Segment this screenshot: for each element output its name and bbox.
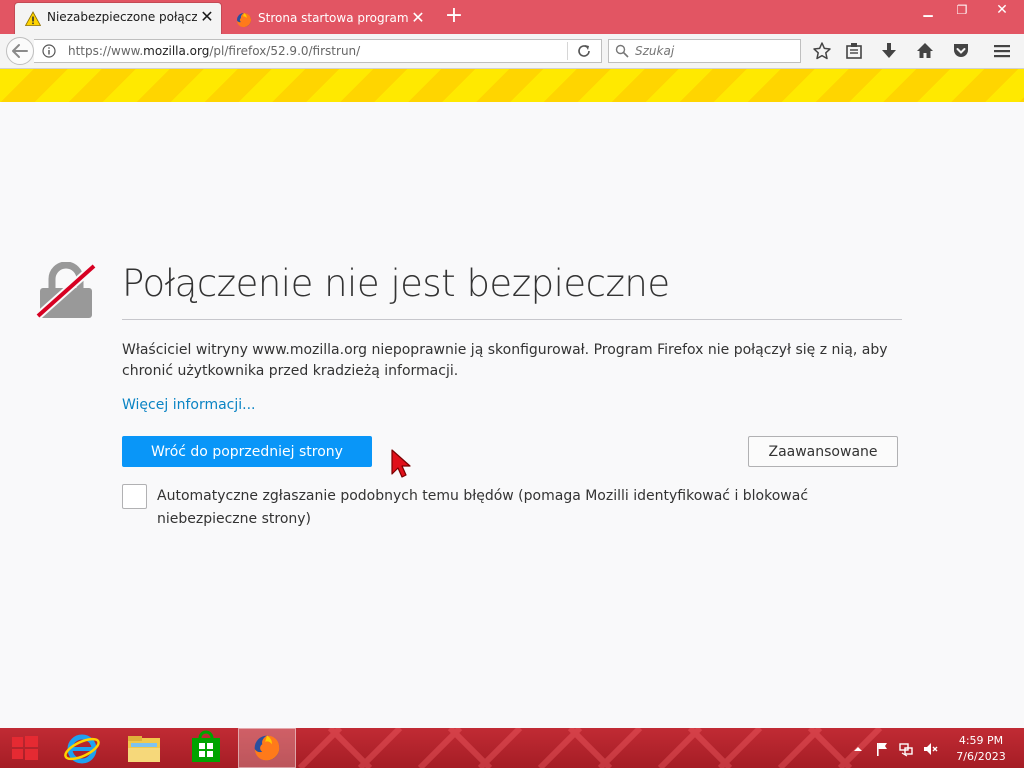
url-divider [567, 42, 568, 60]
firefox-icon [237, 13, 252, 28]
navigation-toolbar: https://www.mozilla.org/pl/firefox/52.9.… [0, 34, 1024, 69]
broken-lock-icon [36, 262, 96, 319]
warning-icon [25, 11, 41, 26]
site-info-icon[interactable] [42, 44, 56, 58]
learn-more-link[interactable]: Więcej informacji... [122, 397, 256, 413]
advanced-button[interactable]: Zaawansowane [748, 436, 898, 467]
clock-date[interactable]: 7/6/2023 [952, 750, 1010, 763]
download-icon[interactable] [879, 41, 899, 61]
url-bar[interactable]: https://www.mozilla.org/pl/firefox/52.9.… [34, 39, 602, 63]
home-icon[interactable] [915, 41, 935, 61]
search-bar[interactable] [608, 39, 801, 63]
volume-muted-icon[interactable] [922, 741, 938, 757]
pocket-icon[interactable] [951, 41, 971, 61]
store-icon[interactable] [178, 728, 234, 768]
new-tab-button[interactable]: + [443, 5, 465, 27]
tab-close-icon[interactable]: ✕ [199, 9, 215, 25]
clock-time[interactable]: 4:59 PM [952, 734, 1010, 747]
title-divider [122, 319, 902, 320]
show-hidden-icons-icon[interactable] [850, 741, 866, 757]
windows-taskbar [0, 728, 1024, 768]
start-icon[interactable] [0, 728, 56, 768]
reading-list-icon[interactable] [844, 41, 864, 61]
taskbar-firefox-button[interactable] [238, 728, 296, 768]
action-center-flag-icon[interactable] [874, 741, 890, 757]
bookmark-star-icon[interactable] [812, 41, 832, 61]
tab-close-icon[interactable]: ✕ [410, 10, 426, 26]
search-icon [615, 44, 629, 58]
url-text[interactable]: https://www.mozilla.org/pl/firefox/52.9.… [68, 44, 360, 58]
tab-firefox-start[interactable]: Strona startowa programu... ✕ [226, 4, 432, 34]
mouse-cursor-icon [391, 449, 411, 478]
tab-insecure-connection[interactable]: Niezabezpieczone połącze... ✕ [14, 2, 222, 34]
back-button[interactable] [6, 37, 34, 65]
reload-icon[interactable] [576, 43, 592, 59]
firefox-icon [254, 735, 280, 761]
page-title: Połączenie nie jest bezpieczne [122, 262, 670, 305]
report-errors-label[interactable]: Automatyczne zgłaszanie podobnych temu b… [157, 485, 902, 531]
file-explorer-icon[interactable] [116, 728, 172, 768]
report-errors-checkbox[interactable] [122, 484, 147, 509]
window-titlebar: Niezabezpieczone połącze... ✕ Strona sta… [0, 0, 1024, 34]
back-arrow-icon [12, 44, 28, 58]
tab-title: Strona startowa programu... [258, 11, 408, 25]
go-back-button[interactable]: Wróć do poprzedniej strony [122, 436, 372, 467]
error-description: Właściciel witryny www.mozilla.org niepo… [122, 342, 888, 379]
warning-stripe [0, 69, 1024, 102]
internet-explorer-icon[interactable] [54, 728, 110, 768]
minimize-window-button[interactable]: ▁ [912, 0, 944, 20]
close-window-button[interactable]: ✕ [980, 0, 1024, 20]
restore-window-button[interactable]: ❐ [946, 0, 978, 20]
tab-title: Niezabezpieczone połącze... [47, 10, 197, 24]
search-input[interactable] [635, 42, 795, 60]
network-icon[interactable] [898, 741, 914, 757]
menu-icon[interactable] [992, 41, 1012, 61]
